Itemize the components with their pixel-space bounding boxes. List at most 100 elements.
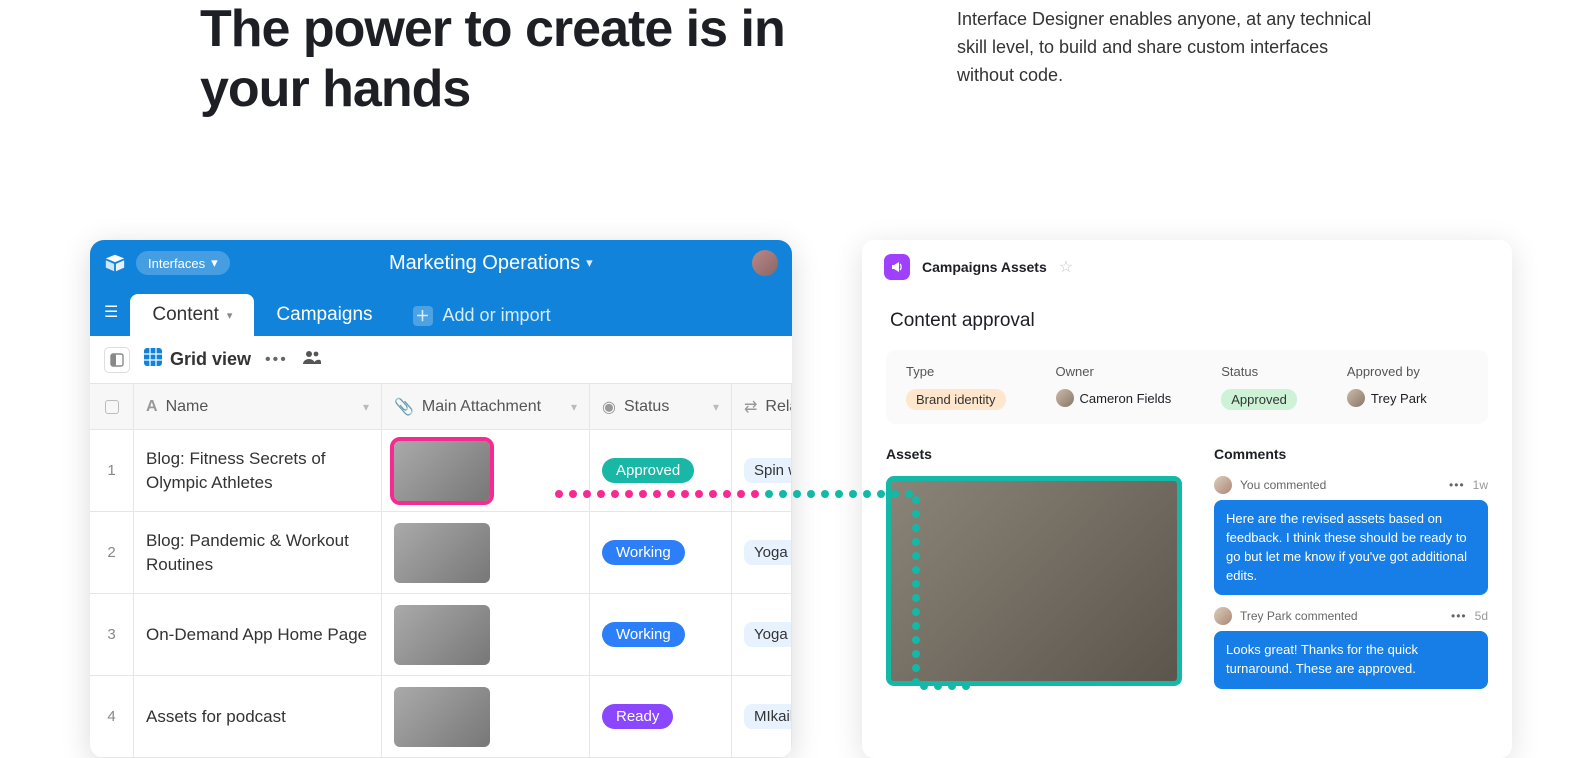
column-checkbox[interactable] <box>90 384 134 429</box>
cell-related[interactable]: MIkail <box>732 676 792 757</box>
assets-section: Assets <box>886 446 1186 701</box>
grid-header-row: A Name 📎 Main Attachment ◉ Status ⇄ Rela… <box>90 384 792 430</box>
cell-status[interactable]: Approved <box>590 430 732 511</box>
owner-person[interactable]: Cameron Fields <box>1056 389 1172 407</box>
view-options-icon[interactable]: ••• <box>265 351 288 369</box>
avatar-icon <box>1056 389 1074 407</box>
thumbnail-image <box>394 687 490 747</box>
cell-status[interactable]: Working <box>590 512 732 593</box>
plus-icon: ＋ <box>413 306 433 326</box>
meta-owner-label: Owner <box>1056 364 1172 379</box>
cell-attachment[interactable] <box>382 430 590 511</box>
status-pill: Working <box>602 622 685 647</box>
comment-body: Here are the revised assets based on fee… <box>1214 500 1488 595</box>
related-chip: Yoga <box>744 622 792 647</box>
comment-menu-icon[interactable]: ••• <box>1451 609 1467 623</box>
table-row[interactable]: 1Blog: Fitness Secrets of Olympic Athlet… <box>90 430 792 512</box>
cell-name[interactable]: Blog: Fitness Secrets of Olympic Athlete… <box>134 430 382 511</box>
breadcrumb[interactable]: Campaigns Assets <box>922 259 1047 275</box>
grid-view-selector[interactable]: Grid view <box>144 348 251 371</box>
interface-preview-panel: Campaigns Assets ☆ Content approval Type… <box>862 240 1512 758</box>
add-or-import-button[interactable]: ＋ Add or import <box>395 295 569 336</box>
select-field-icon: ◉ <box>602 397 616 417</box>
grid-icon <box>144 348 162 371</box>
cell-name[interactable]: On-Demand App Home Page <box>134 594 382 675</box>
interfaces-chip[interactable]: Interfaces <box>136 251 230 275</box>
hero-headline: The power to create is in your hands <box>200 0 837 120</box>
hamburger-icon[interactable]: ☰ <box>104 302 118 322</box>
comments-section: Comments You commented•••1wHere are the … <box>1214 446 1488 701</box>
cell-name[interactable]: Assets for podcast <box>134 676 382 757</box>
cell-status[interactable]: Ready <box>590 676 732 757</box>
meta-approvedby-label: Approved by <box>1347 364 1427 379</box>
column-attachment[interactable]: 📎 Main Attachment <box>382 384 590 429</box>
status-badge: Approved <box>1221 389 1297 410</box>
related-chip: MIkail <box>744 704 792 729</box>
thumbnail-image <box>394 605 490 665</box>
assets-heading: Assets <box>886 446 1186 462</box>
comments-heading: Comments <box>1214 446 1488 462</box>
comment-author: You commented <box>1240 478 1326 492</box>
related-chip: Yoga <box>744 540 792 565</box>
user-avatar[interactable] <box>752 250 778 276</box>
comment-author: Trey Park commented <box>1240 609 1358 623</box>
cell-attachment[interactable] <box>382 676 590 757</box>
status-pill: Approved <box>602 458 694 483</box>
caret-down-icon <box>586 255 593 271</box>
airtable-logo-icon <box>104 252 126 274</box>
cell-related[interactable]: Yoga <box>732 512 792 593</box>
collaborators-icon[interactable] <box>302 349 322 370</box>
comment-body: Looks great! Thanks for the quick turnar… <box>1214 631 1488 689</box>
link-field-icon: ⇄ <box>744 397 757 417</box>
approvedby-person[interactable]: Trey Park <box>1347 389 1427 407</box>
tab-campaigns[interactable]: Campaigns <box>254 294 394 336</box>
airtable-base-panel: Interfaces Marketing Operations ☰ Conten… <box>90 240 792 758</box>
attachment-field-icon: 📎 <box>394 397 414 417</box>
avatar-icon <box>1214 476 1232 494</box>
thumbnail-image <box>394 441 490 501</box>
comment-menu-icon[interactable]: ••• <box>1449 478 1465 492</box>
caret-down-icon <box>571 400 577 414</box>
row-number: 2 <box>90 512 134 593</box>
caret-down-icon <box>713 400 719 414</box>
workspace-title[interactable]: Marketing Operations <box>240 252 742 275</box>
column-related[interactable]: ⇄ Relat <box>732 384 792 429</box>
status-pill: Ready <box>602 704 673 729</box>
megaphone-icon <box>884 254 910 280</box>
interface-header: Campaigns Assets ☆ <box>862 240 1512 294</box>
asset-image[interactable] <box>886 476 1182 686</box>
tab-content[interactable]: Content <box>130 294 254 336</box>
page-title: Content approval <box>862 294 1512 350</box>
comment: Trey Park commented ••• 5d Looks great! Tha… <box>1214 607 1488 689</box>
meta-type-label: Type <box>906 364 1006 379</box>
comment-age: 5d <box>1475 609 1488 623</box>
cell-related[interactable]: Yoga <box>732 594 792 675</box>
interfaces-chip-label: Interfaces <box>148 256 205 271</box>
caret-down-icon <box>227 309 233 322</box>
cell-related[interactable]: Spin w <box>732 430 792 511</box>
avatar-icon <box>1347 389 1365 407</box>
table-row[interactable]: 3On-Demand App Home PageWorkingYoga <box>90 594 792 676</box>
related-chip: Spin w <box>744 458 792 483</box>
sidebar-toggle-icon[interactable] <box>104 347 130 373</box>
cell-attachment[interactable] <box>382 594 590 675</box>
column-status[interactable]: ◉ Status <box>590 384 732 429</box>
record-meta: Type Brand identity Owner Cameron Fields… <box>886 350 1488 424</box>
hero-section: The power to create is in your hands Int… <box>0 0 1577 120</box>
checkbox-icon <box>105 400 119 414</box>
avatar-icon <box>1214 607 1232 625</box>
topbar: Interfaces Marketing Operations <box>90 240 792 286</box>
cell-attachment[interactable] <box>382 512 590 593</box>
column-name[interactable]: A Name <box>134 384 382 429</box>
table-tabs: ☰ Content Campaigns ＋ Add or import <box>90 286 792 336</box>
table-row[interactable]: 2Blog: Pandemic & Workout Routines Workin… <box>90 512 792 594</box>
view-bar: Grid view ••• <box>90 336 792 384</box>
status-pill: Working <box>602 540 685 565</box>
cell-name[interactable]: Blog: Pandemic & Workout Routines <box>134 512 382 593</box>
type-badge: Brand identity <box>906 389 1006 410</box>
text-field-icon: A <box>146 398 158 416</box>
table-row[interactable]: 4Assets for podcast Ready MIkail <box>90 676 792 758</box>
star-icon[interactable]: ☆ <box>1059 257 1073 277</box>
cell-status[interactable]: Working <box>590 594 732 675</box>
row-number: 4 <box>90 676 134 757</box>
